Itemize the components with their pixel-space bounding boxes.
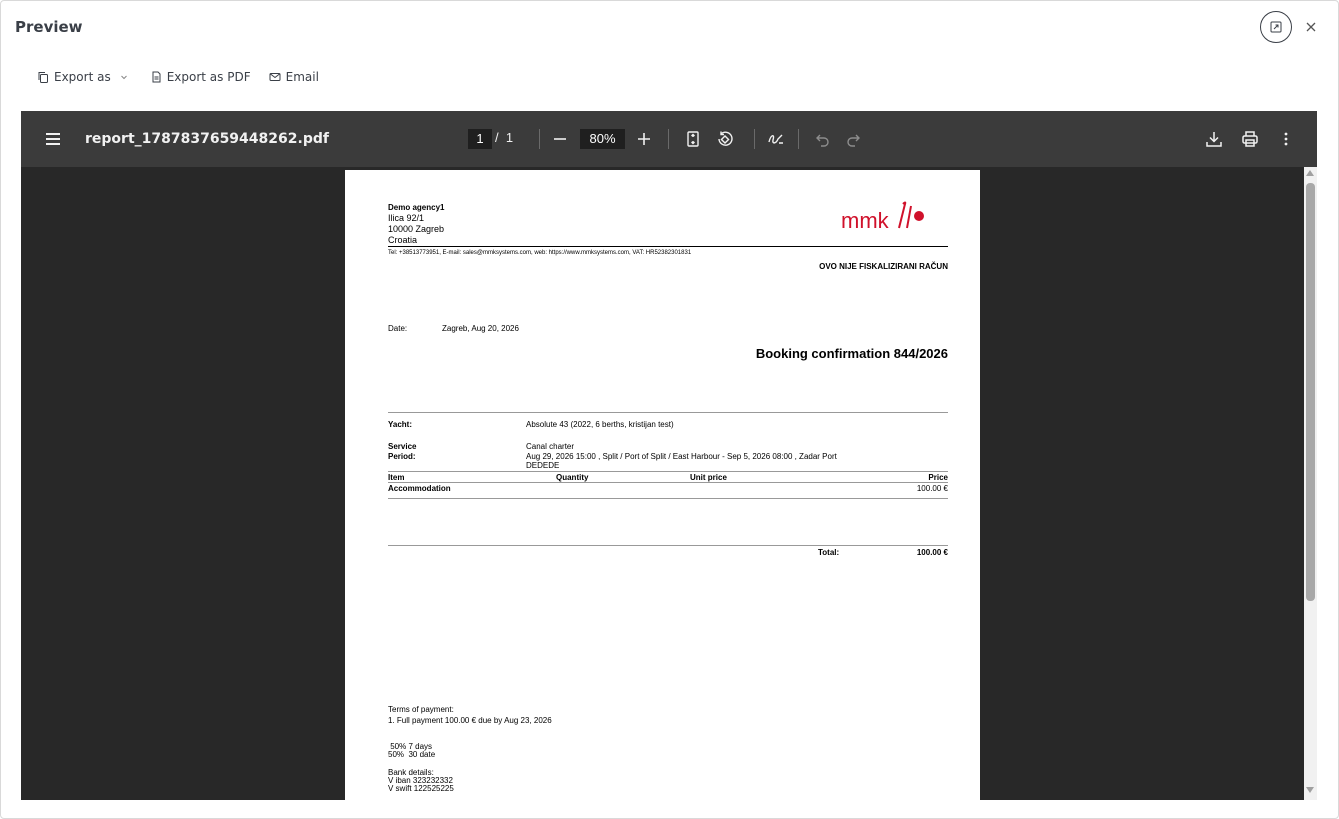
chevron-down-icon (120, 75, 127, 80)
pdf-page: Demo agency1 Ilica 92/1 10000 Zagreb Cro… (345, 170, 980, 800)
yacht-value: Absolute 43 (2022, 6 berths, kristijan t… (526, 420, 674, 429)
more-options-button[interactable] (1274, 127, 1298, 151)
total-value: 100.00 € (916, 548, 948, 557)
close-icon (1306, 22, 1316, 32)
toolbar-divider (798, 129, 799, 149)
document-heading: Booking confirmation 844/2026 (755, 346, 948, 361)
export-pdf-button[interactable]: Export as PDF (150, 70, 251, 84)
draw-icon (768, 134, 783, 144)
zoom-out-button[interactable] (548, 127, 572, 151)
copy-icon (38, 72, 48, 83)
address-line2: 10000 Zagreb (388, 224, 445, 234)
undo-icon (816, 134, 829, 147)
service-value: Canal charter (526, 442, 575, 451)
fit-page-icon (687, 131, 699, 147)
company-name: Demo agency1 (388, 203, 445, 212)
terms-title: Terms of payment: (388, 705, 454, 714)
total-rule (388, 545, 948, 546)
contact-line: Tel: +38513773951, E-mail: sales@mmksyst… (388, 250, 692, 256)
period-value: Aug 29, 2026 15:00 , Split / Port of Spl… (526, 452, 837, 461)
redo-icon (847, 134, 860, 147)
zoom-input[interactable]: 80% (580, 129, 625, 149)
more-vertical-icon (1284, 132, 1288, 146)
address-line1: Ilica 92/1 (388, 213, 425, 223)
export-as-button[interactable]: Export as (37, 70, 128, 84)
total-pages: 1 (505, 130, 514, 145)
undo-button[interactable] (810, 127, 834, 151)
period-note: DEDEDE (526, 461, 560, 470)
print-icon (1242, 131, 1258, 147)
fiscal-notice: OVO NIJE FISKALIZIRANI RAČUN (819, 262, 948, 271)
menu-icon (46, 133, 60, 145)
yacht-label: Yacht: (388, 420, 413, 429)
country: Croatia (388, 235, 418, 245)
email-label: Email (285, 70, 319, 84)
table-bottom-rule (388, 498, 948, 499)
pdf-filename: report_1787837659448262.pdf (85, 131, 329, 147)
zoom-in-button[interactable] (632, 127, 656, 151)
company-logo: mmk (841, 201, 924, 233)
download-icon (1206, 132, 1222, 147)
modal-title: Preview (15, 18, 83, 36)
terms-line: 1. Full payment 100.00 € due by Aug 23, … (388, 716, 552, 725)
export-pdf-label: Export as PDF (166, 70, 251, 84)
fit-page-button[interactable] (681, 127, 705, 151)
bank-swift: V swift 122525225 (388, 784, 454, 793)
page-separator: / (495, 130, 499, 145)
header-divider (388, 246, 948, 247)
preview-modal: Preview Export as Export as PDF Email re… (0, 0, 1339, 819)
toolbar-divider (754, 129, 755, 149)
table-header-rule (388, 482, 948, 483)
download-button[interactable] (1202, 127, 1226, 151)
page-count: / 1 (495, 130, 513, 145)
scroll-up-arrow[interactable] (1306, 170, 1314, 176)
row-item: Accommodation (388, 484, 451, 493)
export-as-label: Export as (54, 70, 111, 84)
row-price: 100.00 € (916, 484, 948, 493)
note-line2: 50% 30 date (388, 750, 436, 759)
draw-button[interactable] (764, 127, 788, 151)
total-label: Total: (818, 548, 840, 557)
svg-text:mmk: mmk (841, 208, 890, 233)
toolbar-divider (668, 129, 669, 149)
print-button[interactable] (1238, 127, 1262, 151)
expand-button[interactable] (1260, 11, 1292, 43)
date-value: Zagreb, Aug 20, 2026 (442, 324, 519, 333)
service-label: Service (388, 442, 417, 451)
scroll-thumb[interactable] (1306, 183, 1315, 601)
menu-button[interactable] (43, 130, 63, 148)
pdf-viewer-toolbar: report_1787837659448262.pdf 1 / 1 80% (21, 111, 1317, 167)
plus-icon (638, 133, 650, 145)
minus-icon (554, 138, 566, 140)
period-label: Period: (388, 452, 416, 461)
scroll-down-arrow[interactable] (1306, 787, 1314, 793)
redo-button[interactable] (842, 127, 866, 151)
export-toolbar: Export as Export as PDF Email (37, 67, 319, 87)
vertical-scrollbar[interactable] (1304, 167, 1317, 800)
mail-icon (269, 73, 281, 81)
rotate-icon (718, 131, 733, 146)
section-divider (388, 412, 948, 413)
pdf-icon (152, 71, 161, 83)
email-button[interactable]: Email (269, 70, 319, 84)
close-button[interactable] (1301, 15, 1321, 39)
toolbar-divider (539, 129, 540, 149)
page-number-input[interactable]: 1 (468, 129, 492, 149)
date-label: Date: (388, 324, 408, 333)
expand-icon (1270, 21, 1282, 33)
pdf-viewer: report_1787837659448262.pdf 1 / 1 80% De… (21, 111, 1317, 800)
table-top-rule (388, 471, 948, 472)
rotate-button[interactable] (713, 127, 737, 151)
